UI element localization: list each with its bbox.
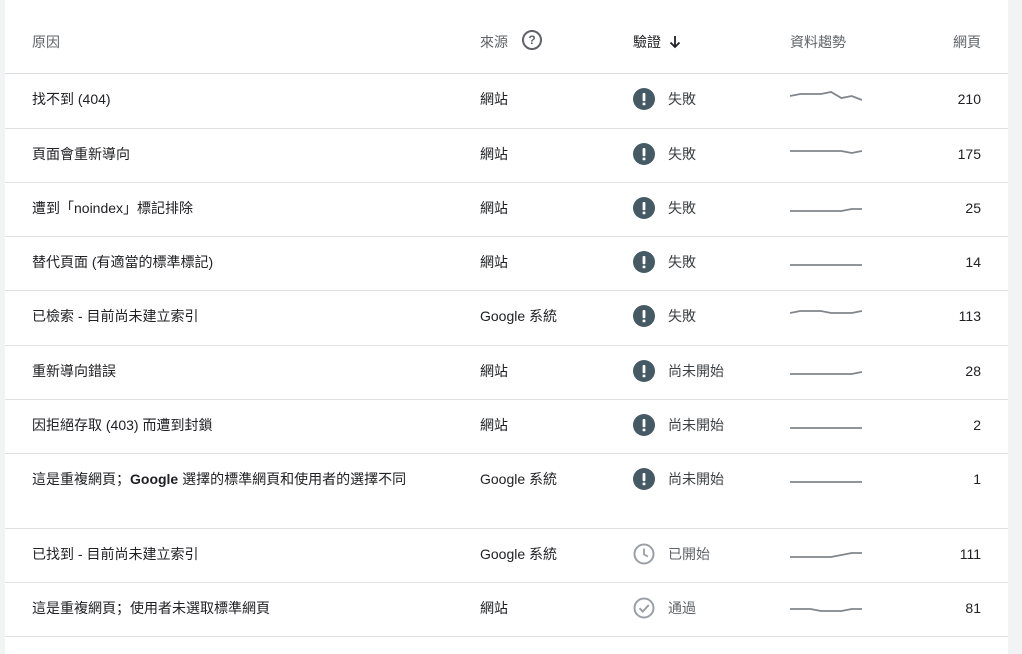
header-source[interactable]: 來源?	[480, 30, 542, 53]
sparkline	[790, 608, 862, 612]
page-count: 14	[965, 254, 981, 270]
issue-reason: 替代頁面 (有適當的標準標記)	[32, 254, 214, 270]
table-row[interactable]: 找不到 (404) 網站 失敗 210	[5, 73, 1008, 129]
issue-source: 網站	[480, 146, 508, 162]
page-count: 210	[957, 91, 981, 107]
sparkline	[790, 150, 862, 154]
sparkline	[790, 264, 862, 266]
table-row[interactable]: 重新導向錯誤 網站 尚未開始 28	[5, 345, 1008, 400]
issue-source: 網站	[480, 200, 508, 216]
error-icon	[633, 143, 655, 165]
issue-source: 網站	[480, 254, 508, 270]
issue-reason: 找不到 (404)	[32, 91, 111, 107]
clock-icon	[633, 543, 655, 565]
table-row[interactable]: 已找到 - 目前尚未建立索引 Google 系統 已開始 111	[5, 528, 1008, 583]
issue-reason: 遭到「noindex」標記排除	[32, 200, 194, 216]
help-icon[interactable]: ?	[522, 30, 542, 51]
issue-reason: 重新導向錯誤	[32, 363, 116, 379]
issue-source: Google 系統	[480, 308, 558, 324]
header-validation-label: 驗證	[633, 34, 661, 50]
issue-source: Google 系統	[480, 546, 558, 562]
validation-status-label: 失敗	[668, 308, 696, 324]
header-trend-label: 資料趨勢	[790, 34, 846, 50]
issue-reason-part: 這是重複網頁；	[32, 471, 130, 487]
page-count: 25	[965, 200, 981, 216]
error-icon	[633, 468, 655, 490]
header-reason-label: 原因	[32, 34, 60, 50]
validation-status-label: 尚未開始	[668, 417, 724, 433]
issue-source: 網站	[480, 91, 508, 107]
validation-status-label: 尚未開始	[668, 471, 724, 487]
sparkline	[790, 552, 862, 558]
validation-status-label: 通過	[668, 600, 696, 616]
header-source-label: 來源	[480, 34, 508, 50]
header-pages[interactable]: 網頁	[953, 33, 981, 51]
error-icon	[633, 197, 655, 219]
page-count: 111	[959, 546, 981, 562]
table-row[interactable]: 替代頁面 (有適當的標準標記) 網站 失敗 14	[5, 236, 1008, 291]
validation-status-label: 失敗	[668, 200, 696, 216]
issue-source: Google 系統	[480, 471, 558, 487]
table-row[interactable]: 已檢索 - 目前尚未建立索引 Google 系統 失敗 113	[5, 290, 1008, 346]
header-reason[interactable]: 原因	[32, 33, 60, 51]
sparkline	[790, 91, 862, 101]
issue-reason: 這是重複網頁；使用者未選取標準網頁	[32, 600, 270, 616]
table-row[interactable]: 頁面會重新導向 網站 失敗 175	[5, 128, 1008, 183]
table-row[interactable]: 這是重複網頁；Google 選擇的標準網頁和使用者的選擇不同 Google 系統 尚…	[5, 453, 1008, 529]
header-trend: 資料趨勢	[790, 33, 846, 51]
header-validation[interactable]: 驗證	[633, 33, 681, 51]
table-header: 原因 來源? 驗證 資料趨勢 網頁	[5, 0, 1008, 74]
issue-source: 網站	[480, 600, 508, 616]
validation-status-label: 失敗	[668, 254, 696, 270]
issue-reason: 頁面會重新導向	[32, 146, 130, 162]
error-icon	[633, 88, 655, 110]
page-count: 113	[958, 308, 981, 324]
validation-status-label: 尚未開始	[668, 363, 724, 379]
page-count: 2	[973, 417, 981, 433]
sparkline	[790, 427, 862, 429]
validation-status-label: 失敗	[668, 91, 696, 107]
error-icon	[633, 360, 655, 382]
sparkline	[790, 310, 862, 314]
issue-reason-part: Google	[130, 471, 179, 487]
issue-reason: 已找到 - 目前尚未建立索引	[32, 546, 199, 562]
page-count: 1	[973, 471, 981, 487]
header-pages-label: 網頁	[953, 34, 981, 50]
error-icon	[633, 305, 655, 327]
table-row[interactable]: 因拒絕存取 (403) 而遭到封鎖 網站 尚未開始 2	[5, 399, 1008, 454]
table-row[interactable]: 這是重複網頁；使用者未選取標準網頁 網站 通過 81	[5, 582, 1008, 637]
page-count: 28	[965, 363, 981, 379]
issue-reason-part: 選擇的標準網頁和使用者的選擇不同	[178, 471, 407, 487]
sparkline	[790, 481, 862, 483]
check-circle-icon	[633, 597, 655, 619]
error-icon	[633, 414, 655, 436]
sparkline	[790, 208, 862, 212]
issue-source: 網站	[480, 417, 508, 433]
table-row[interactable]: 遭到「noindex」標記排除 網站 失敗 25	[5, 182, 1008, 237]
sparkline	[790, 371, 862, 375]
validation-status-label: 已開始	[668, 546, 710, 562]
issue-reason: 因拒絕存取 (403) 而遭到封鎖	[32, 417, 213, 433]
page-count: 175	[957, 146, 981, 162]
validation-status-label: 失敗	[668, 146, 696, 162]
issue-reason: 這是重複網頁；Google 選擇的標準網頁和使用者的選擇不同	[32, 469, 417, 490]
error-icon	[633, 251, 655, 273]
issue-source: 網站	[480, 363, 508, 379]
issue-reason: 已檢索 - 目前尚未建立索引	[32, 308, 199, 324]
page-count: 81	[965, 600, 981, 616]
issues-table-card: 原因 來源? 驗證 資料趨勢 網頁 找不到 (404) 網站 失敗 210 頁面會重新導…	[5, 0, 1008, 654]
arrow-down-icon	[669, 36, 681, 49]
